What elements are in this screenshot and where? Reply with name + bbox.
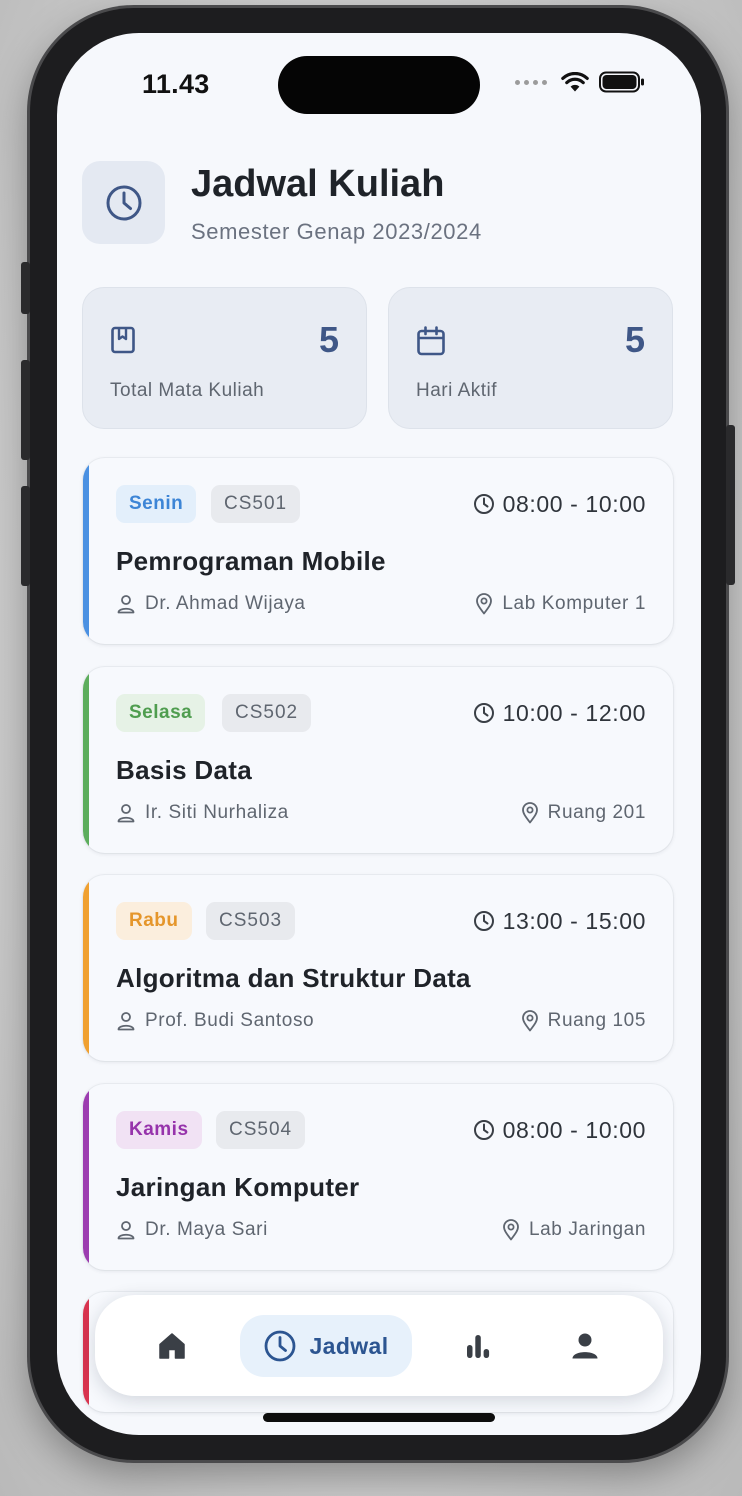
- page-header: Jadwal Kuliah Semester Genap 2023/2024: [82, 161, 676, 251]
- lecturer: Dr. Ahmad Wijaya: [116, 593, 306, 615]
- room-name: Lab Jaringan: [528, 1219, 646, 1240]
- home-indicator: [263, 1413, 495, 1422]
- day-accent-bar: [83, 667, 89, 853]
- day-accent-bar: [83, 1084, 89, 1270]
- person-outline-icon: [117, 1221, 135, 1240]
- course-time: 13:00 - 15:00: [473, 902, 646, 940]
- side-button-volume-down: [21, 486, 30, 586]
- course-card[interactable]: Senin CS501 08:00 - 10:00 Pemrograman Mo…: [83, 458, 673, 644]
- bar-chart-icon: [467, 1335, 490, 1358]
- clock-icon: [265, 1330, 296, 1362]
- stat-label: Total Mata Kuliah: [110, 380, 265, 401]
- lecturer-name: Ir. Siti Nurhaliza: [145, 802, 289, 823]
- room-name: Ruang 105: [547, 1010, 646, 1031]
- side-button-power: [726, 425, 735, 585]
- person-outline-icon: [117, 804, 135, 823]
- stat-value: 5: [624, 319, 645, 360]
- header-icon-box: [82, 161, 165, 244]
- course-code-chip: CS503: [206, 902, 296, 940]
- course-card[interactable]: Kamis CS504 08:00 - 10:00 Jaringan Kompu…: [83, 1084, 673, 1270]
- day-chip: Selasa: [116, 694, 206, 732]
- calendar-icon: [417, 326, 445, 356]
- lecturer-name: Dr. Maya Sari: [145, 1219, 268, 1240]
- nav-jadwal-label: Jadwal: [309, 1332, 389, 1359]
- battery-icon: [599, 71, 644, 93]
- room-name: Lab Komputer 1: [502, 593, 646, 614]
- status-bar: 11.43: [57, 33, 701, 143]
- status-time: 11.43: [142, 69, 210, 99]
- time-text: 08:00 - 10:00: [502, 1116, 646, 1143]
- page-title: Jadwal Kuliah: [191, 163, 445, 205]
- clock-icon: [473, 911, 494, 931]
- lecturer: Dr. Maya Sari: [116, 1219, 268, 1241]
- day-accent-bar: [83, 1292, 89, 1412]
- dynamic-island: [278, 56, 480, 114]
- person-icon: [572, 1333, 598, 1359]
- course-title: Basis Data: [116, 755, 252, 785]
- course-code-chip: CS504: [216, 1111, 306, 1149]
- time-text: 13:00 - 15:00: [502, 907, 646, 934]
- stat-card-active-days: 5 Hari Aktif: [388, 287, 673, 429]
- time-text: 10:00 - 12:00: [502, 699, 646, 726]
- location-pin-icon: [476, 593, 493, 615]
- course-code-chip: CS502: [222, 694, 312, 732]
- course-title: Algoritma dan Struktur Data: [116, 963, 471, 993]
- nav-statistics[interactable]: [447, 1315, 509, 1377]
- stat-card-total-courses: 5 Total Mata Kuliah: [82, 287, 367, 429]
- course-code-chip: CS501: [211, 485, 301, 523]
- home-icon: [159, 1333, 185, 1359]
- day-accent-bar: [83, 458, 89, 644]
- clock-icon: [473, 494, 494, 514]
- signal-icon: [515, 79, 547, 85]
- course-title: Pemrograman Mobile: [116, 546, 386, 576]
- side-button-action: [21, 262, 30, 314]
- page-subtitle: Semester Genap 2023/2024: [191, 219, 482, 244]
- stat-label: Hari Aktif: [416, 380, 498, 401]
- wifi-icon: [561, 71, 589, 91]
- course-time: 10:00 - 12:00: [473, 694, 646, 732]
- person-outline-icon: [117, 595, 135, 614]
- course-card[interactable]: Selasa CS502 10:00 - 12:00 Basis Data Ir…: [83, 667, 673, 853]
- room: Lab Komputer 1: [475, 593, 646, 615]
- course-time: 08:00 - 10:00: [473, 1111, 646, 1149]
- stat-value: 5: [318, 319, 339, 360]
- room-name: Ruang 201: [547, 802, 646, 823]
- location-pin-icon: [503, 1219, 519, 1241]
- clock-icon: [473, 703, 494, 723]
- nav-home[interactable]: [141, 1315, 203, 1377]
- day-chip: Kamis: [116, 1111, 202, 1149]
- lecturer-name: Prof. Budi Santoso: [145, 1010, 315, 1031]
- time-text: 08:00 - 10:00: [502, 490, 646, 517]
- clock-icon: [106, 185, 141, 220]
- status-icons: [515, 71, 645, 93]
- person-outline-icon: [117, 1012, 135, 1031]
- app-screen: 11.43 Jadwal Kuliah Semester Genap 2023/…: [57, 33, 701, 1435]
- room: Lab Jaringan: [502, 1219, 646, 1241]
- day-chip: Rabu: [116, 902, 192, 940]
- day-accent-bar: [83, 875, 89, 1061]
- nav-jadwal[interactable]: Jadwal: [240, 1315, 412, 1377]
- location-pin-icon: [521, 1010, 538, 1032]
- lecturer-name: Dr. Ahmad Wijaya: [145, 593, 306, 614]
- day-chip: Senin: [116, 485, 197, 523]
- course-card[interactable]: Rabu CS503 13:00 - 15:00 Algoritma dan S…: [83, 875, 673, 1061]
- location-pin-icon: [521, 802, 538, 824]
- lecturer: Ir. Siti Nurhaliza: [116, 802, 289, 824]
- clock-icon: [473, 1120, 494, 1140]
- course-time: 08:00 - 10:00: [473, 485, 646, 523]
- room: Ruang 105: [521, 1010, 646, 1032]
- lecturer: Prof. Budi Santoso: [116, 1010, 314, 1032]
- room: Ruang 201: [521, 802, 646, 824]
- side-button-volume-up: [21, 360, 30, 460]
- course-title: Jaringan Komputer: [116, 1172, 360, 1202]
- bottom-nav: Jadwal: [95, 1295, 663, 1396]
- book-icon: [111, 326, 135, 354]
- nav-profile[interactable]: [554, 1315, 616, 1377]
